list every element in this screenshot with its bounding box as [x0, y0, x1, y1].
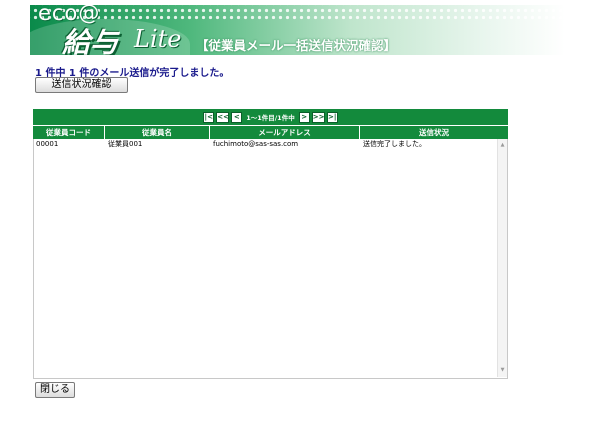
- cell-employee-code: 00001: [36, 140, 59, 148]
- column-header-email[interactable]: メールアドレス: [210, 126, 360, 139]
- column-header-employee-code[interactable]: 従業員コード: [33, 126, 105, 139]
- status-check-button[interactable]: 送信状況確認: [35, 77, 128, 93]
- prev-page-button[interactable]: <: [231, 111, 243, 123]
- table-row[interactable]: 00001 従業員001 fuchimoto@sas-sas.com 送信完了し…: [34, 139, 507, 150]
- logo-main-text: 給与: [62, 26, 119, 55]
- column-header-employee-name[interactable]: 従業員名: [105, 126, 210, 139]
- scroll-up-arrow-icon[interactable]: ▲: [498, 141, 507, 150]
- prev-page-group-button[interactable]: <<: [216, 111, 230, 123]
- pagination-bar: |< << < 1〜1件目/1件中 > >> >|: [33, 109, 508, 125]
- vertical-scrollbar[interactable]: ▲ ▼: [497, 139, 507, 377]
- grid-header: 従業員コード 従業員名 メールアドレス 送信状況: [33, 126, 508, 139]
- cell-employee-name: 従業員001: [108, 140, 143, 148]
- scroll-down-arrow-icon[interactable]: ▼: [498, 366, 507, 375]
- first-page-button[interactable]: |<: [203, 111, 215, 123]
- cell-send-status: 送信完了しました。: [363, 140, 426, 148]
- grid-body: 00001 従業員001 fuchimoto@sas-sas.com 送信完了し…: [33, 139, 508, 379]
- column-header-send-status[interactable]: 送信状況: [360, 126, 508, 139]
- page-info: 1〜1件目/1件中: [246, 114, 295, 122]
- cell-email: fuchimoto@sas-sas.com: [213, 140, 299, 148]
- close-button[interactable]: 閉じる: [35, 382, 75, 398]
- last-page-button[interactable]: >|: [326, 111, 338, 123]
- next-page-button[interactable]: >: [298, 111, 310, 123]
- next-page-group-button[interactable]: >>: [311, 111, 325, 123]
- logo-lite-text: Lite: [134, 25, 182, 53]
- header-banner: eco@ 給与 Lite 【従業員メール一括送信状況確認】: [30, 5, 565, 55]
- page-title: 【従業員メール一括送信状況確認】: [196, 38, 397, 53]
